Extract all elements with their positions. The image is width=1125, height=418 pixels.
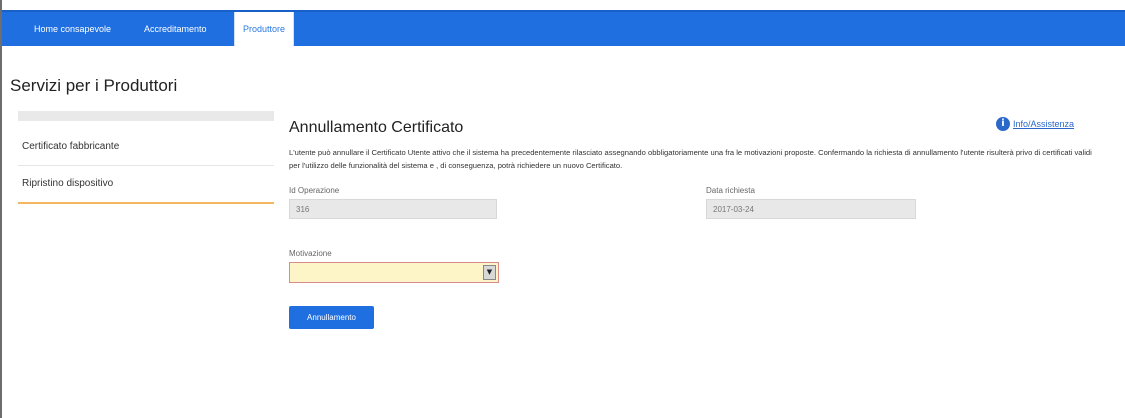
motivazione-label: Motivazione (289, 249, 332, 258)
data-richiesta-field: 2017-03-24 (706, 199, 916, 219)
sidebar-item-ripristino[interactable]: Ripristino dispositivo (18, 166, 274, 202)
page-title: Servizi per i Produttori (10, 76, 178, 95)
chevron-down-icon[interactable]: ▼ (483, 265, 496, 280)
id-operazione-label: Id Operazione (289, 186, 340, 195)
tab-accreditamento[interactable]: Accreditamento (144, 12, 207, 46)
sidebar: Certificato fabbricante Ripristino dispo… (18, 111, 274, 204)
top-navigation: Home consapevole Accreditamento Produtto… (2, 10, 1125, 46)
id-operazione-field: 316 (289, 199, 497, 219)
sidebar-underline (18, 202, 274, 204)
sidebar-header-bar (18, 111, 274, 121)
tab-produttore[interactable]: Produttore (234, 12, 295, 46)
description-text: L'utente può annullare il Certificato Ut… (289, 148, 1092, 170)
info-icon: i (996, 117, 1010, 131)
tab-home[interactable]: Home consapevole (34, 12, 111, 46)
window-border (0, 0, 2, 418)
info-assistenza-link[interactable]: Info/Assistenza (1013, 119, 1074, 129)
annullamento-button[interactable]: Annullamento (289, 306, 374, 329)
info-assistenza[interactable]: i Info/Assistenza (996, 116, 1074, 132)
app-window: Home consapevole Accreditamento Produtto… (0, 0, 1125, 418)
section-title: Annullamento Certificato (289, 119, 464, 136)
data-richiesta-label: Data richiesta (706, 186, 755, 195)
motivazione-select[interactable]: ▼ (289, 262, 499, 283)
sidebar-item-certificato[interactable]: Certificato fabbricante (18, 129, 274, 166)
